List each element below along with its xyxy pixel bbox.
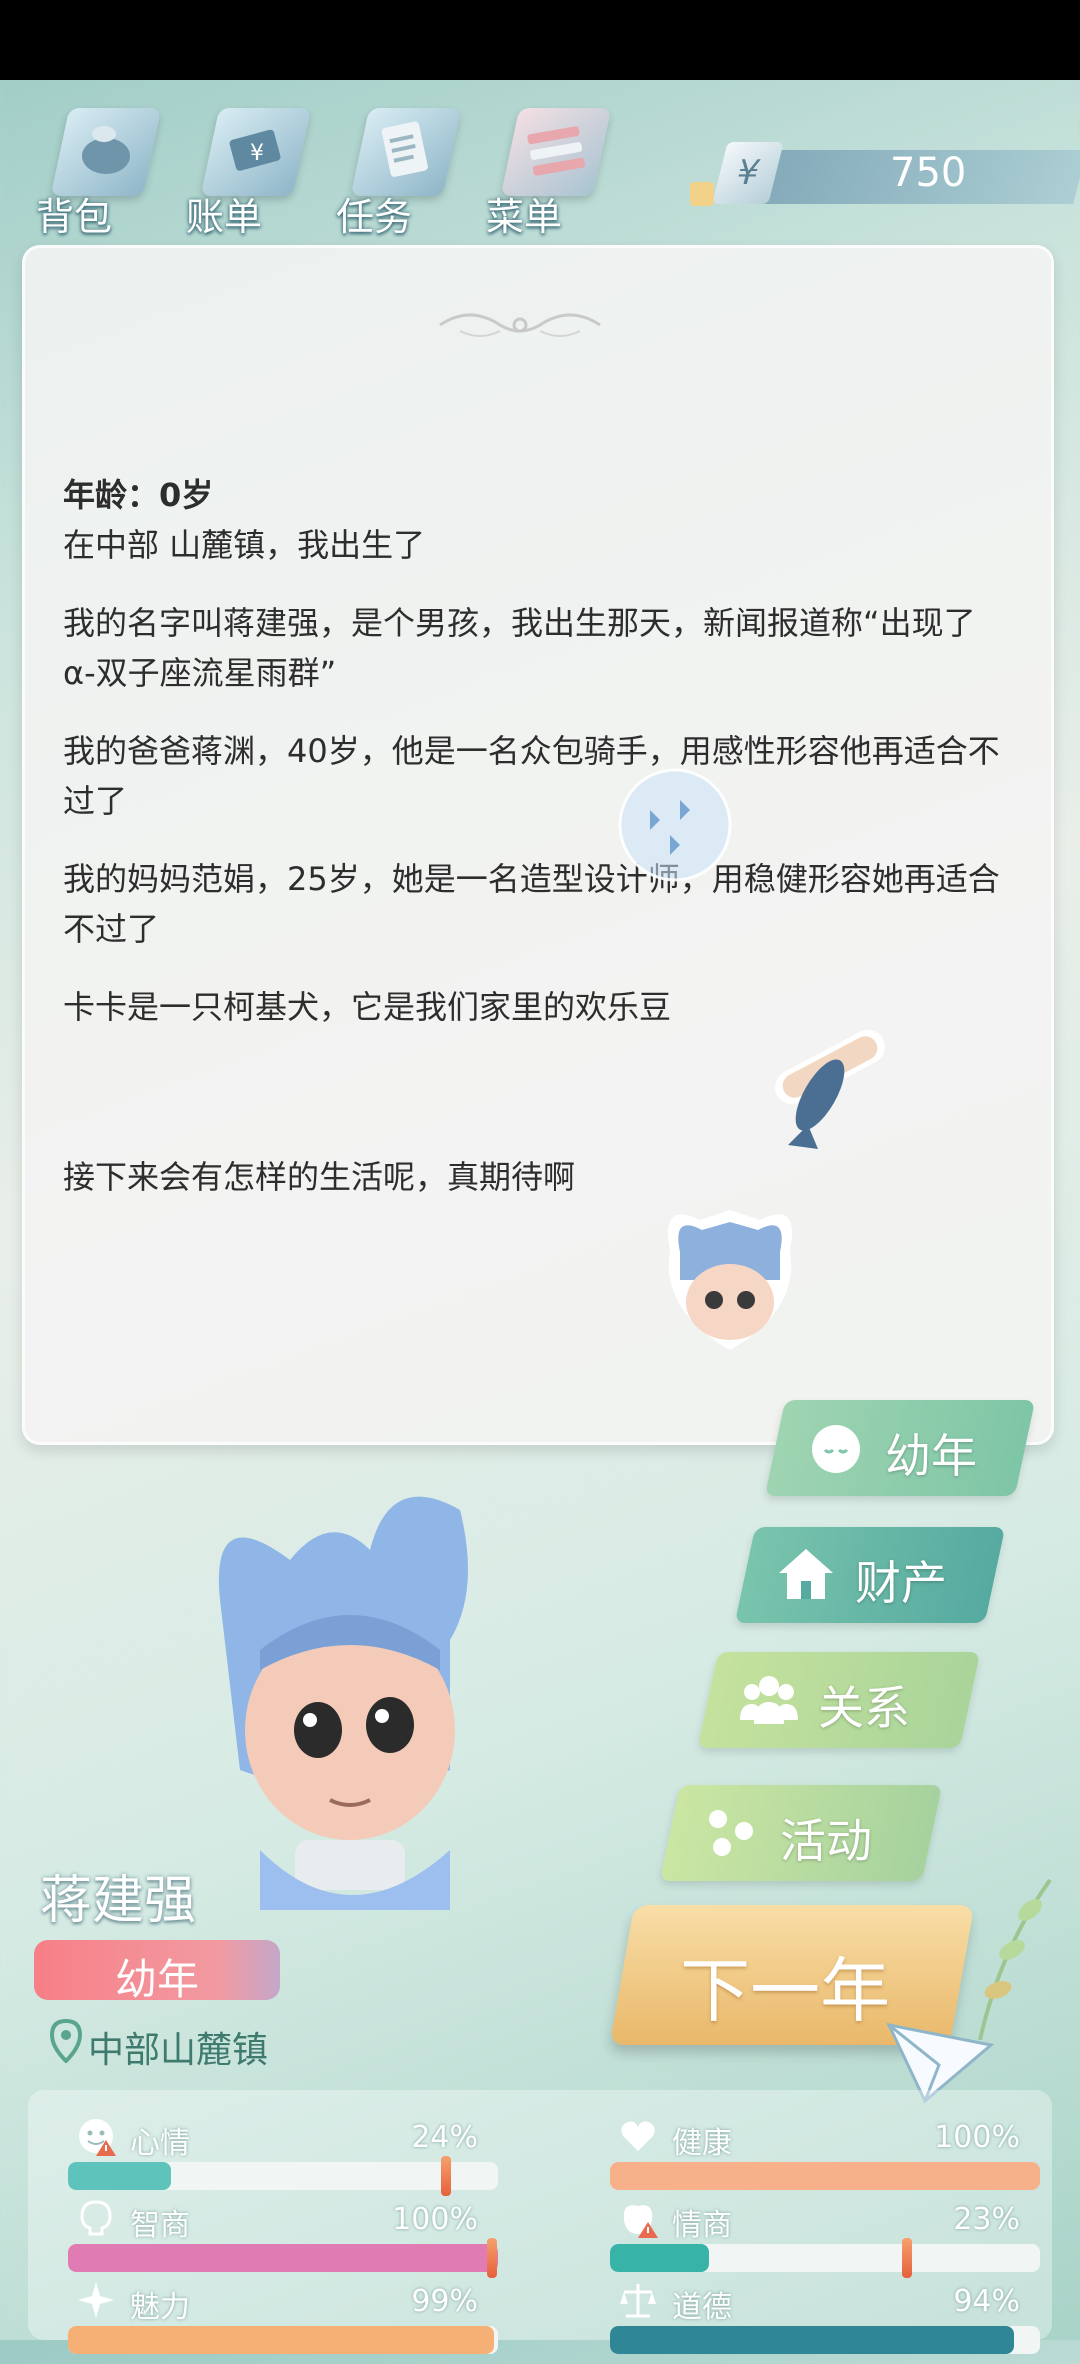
stat-value: 94% [953, 2284, 1020, 2319]
house-icon [779, 1549, 833, 1599]
story-line: 我的妈妈范娟，25岁，她是一名造型设计师，用稳健形容她再适合不过了 [63, 860, 1000, 948]
stat-bar-track [610, 2326, 1040, 2354]
stat-label: 智商 [130, 2208, 190, 2243]
heart-icon [621, 2121, 655, 2151]
eq-icon [623, 2205, 658, 2238]
scale-icon [620, 2284, 656, 2318]
stat-value: 100% [934, 2120, 1020, 2155]
money-amount: 750 [890, 150, 967, 196]
activity-button-label: 活动 [780, 1814, 872, 1868]
stat-threshold-marker [901, 2238, 912, 2278]
location: 中部山麓镇 [20, 2015, 280, 2071]
stat-5: 道德 94% [580, 2284, 1040, 2364]
stat-label: 健康 [672, 2126, 732, 2161]
stat-bar-track [68, 2244, 498, 2272]
coin-icon [690, 182, 714, 206]
menu-label: 菜单 [486, 195, 563, 239]
stat-label: 魅力 [130, 2290, 190, 2325]
stats-panel: 心情 24% 健康 100% 智商 100% 情商 23% 魅力 99% 道德 94% [28, 2090, 1052, 2354]
life-stage-label: 幼年 [114, 1955, 199, 2004]
activity-icon [709, 1810, 753, 1856]
stat-value: 23% [953, 2202, 1020, 2237]
stat-label: 心情 [130, 2126, 190, 2161]
avatar-sticker-icon [668, 1210, 792, 1350]
stat-4: 魅力 99% [38, 2282, 498, 2364]
top-bar: 背包 ¥ 账单 任务 菜单 ¥ 750 [0, 80, 1080, 240]
story-line: 在中部 山麓镇，我出生了 [63, 526, 426, 564]
relations-button-label: 关系 [818, 1681, 910, 1735]
story-line: 我的名字叫蒋建强，是个男孩，我出生那天，新闻报道称“出现了α-双子座流星雨群” [63, 604, 976, 692]
stat-bar-fill [610, 2244, 709, 2272]
stat-value: 100% [392, 2202, 478, 2237]
stat-bar-fill [610, 2326, 1015, 2354]
ornament-icon [439, 313, 601, 337]
bill-icon: ¥ [229, 129, 281, 171]
task-button[interactable]: 任务 [330, 90, 462, 240]
location-pin-icon [49, 2019, 83, 2063]
stat-bar-fill [610, 2162, 1040, 2190]
character-name: 蒋建强 [40, 1871, 197, 1931]
property-button-label: 财产 [855, 1556, 947, 1610]
bill-label: 账单 [186, 195, 263, 239]
location-label: 中部山麓镇 [88, 2030, 269, 2071]
backpack-button[interactable]: 背包 [30, 90, 162, 240]
status-bar [0, 0, 1080, 80]
backpack-icon [82, 126, 130, 174]
stat-bar-fill [68, 2244, 498, 2272]
stat-label: 道德 [672, 2290, 732, 2325]
menu-button[interactable]: 菜单 [480, 90, 612, 240]
backpack-label: 背包 [36, 195, 113, 239]
task-label: 任务 [336, 195, 413, 239]
brain-icon [80, 2200, 112, 2236]
activity-button[interactable]: 活动 [659, 1785, 943, 1881]
stat-bar-track [610, 2244, 1040, 2272]
stat-1: 健康 100% [580, 2120, 1040, 2200]
stat-3: 情商 23% [580, 2202, 1040, 2282]
menu-icon [527, 126, 585, 176]
task-icon [381, 121, 428, 177]
stat-2: 智商 100% [38, 2200, 498, 2282]
character-avatar [218, 1496, 468, 1910]
stat-value: 24% [411, 2120, 478, 2155]
next-year-label: 下一年 [680, 1950, 891, 2032]
plant-decoration-icon [978, 1878, 1052, 2040]
stat-bar-track [68, 2162, 498, 2190]
stat-value: 99% [411, 2284, 478, 2319]
stage-button-label: 幼年 [885, 1429, 977, 1483]
story-line: 我的爸爸蒋渊，40岁，他是一名众包骑手，用感性形容他再适合不过了 [63, 732, 1000, 820]
stat-bar-track [610, 2162, 1040, 2190]
property-button[interactable]: 财产 [734, 1527, 1006, 1623]
age-line: 年龄：0岁 [63, 476, 214, 514]
baby-face-icon [812, 1425, 860, 1473]
money-display: ¥ 750 [690, 142, 1080, 212]
stat-bar-track [68, 2326, 498, 2354]
people-icon [740, 1676, 798, 1724]
stage-button[interactable]: 幼年 [764, 1400, 1036, 1496]
butterfly-bubble-icon [618, 768, 732, 882]
stat-threshold-marker [486, 2238, 497, 2278]
sparkle-icon [78, 2282, 114, 2318]
svg-text:¥: ¥ [250, 141, 264, 166]
mood-face-icon [79, 2119, 116, 2156]
stat-threshold-marker [441, 2156, 452, 2196]
stat-bar-fill [68, 2326, 494, 2354]
stat-label: 情商 [672, 2208, 732, 2243]
stat-bar-fill [68, 2162, 172, 2190]
relations-button[interactable]: 关系 [697, 1652, 981, 1748]
life-stage-badge: 幼年 [34, 1940, 280, 2004]
bill-button[interactable]: ¥ 账单 [180, 90, 312, 240]
bone-fish-sticker-icon [775, 1029, 885, 1149]
stat-0: 心情 24% [38, 2119, 498, 2200]
